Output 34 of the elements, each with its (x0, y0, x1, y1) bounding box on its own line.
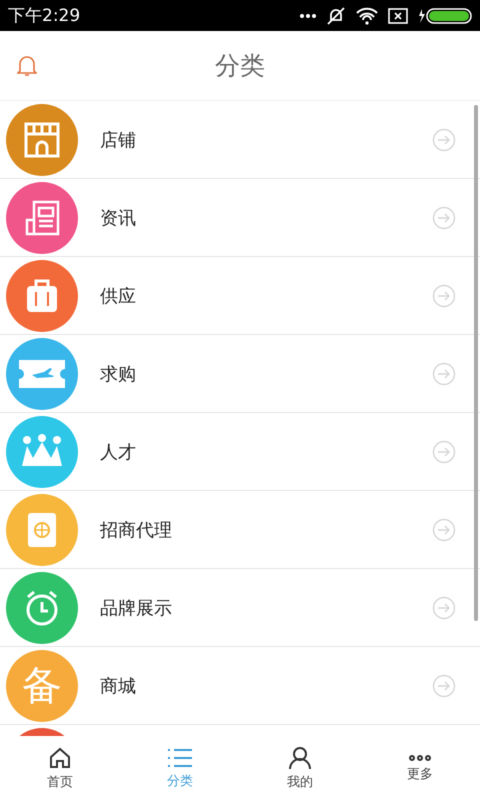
category-icon: 备 (6, 650, 78, 722)
category-row[interactable]: 品牌展示 (0, 569, 480, 647)
category-row[interactable]: 资讯 (0, 179, 480, 257)
nav-tab[interactable]: 更多 (360, 736, 480, 800)
home-icon (48, 746, 72, 770)
arrow-circle-icon (432, 518, 456, 542)
plane-ticket-icon (17, 358, 67, 390)
category-row[interactable]: 店铺 (0, 101, 480, 179)
arrow-circle-icon (432, 128, 456, 152)
wifi-icon (356, 6, 378, 24)
nav-tab[interactable]: 我的 (240, 736, 360, 800)
arrow-circle-icon (432, 284, 456, 308)
page-title: 分类 (215, 50, 265, 82)
battery-icon (418, 8, 472, 24)
dots-icon (300, 14, 316, 18)
no-sim-icon (388, 8, 408, 24)
category-row[interactable]: 供应 (0, 257, 480, 335)
category-row[interactable]: 招商代理 (0, 491, 480, 569)
arrow-circle-icon (432, 362, 456, 386)
nav-tab[interactable]: 首页 (0, 736, 120, 800)
category-row[interactable]: 求购 (0, 335, 480, 413)
bell-icon[interactable] (17, 55, 37, 77)
more-icon (408, 754, 432, 762)
arrow-circle-icon (432, 206, 456, 230)
arrow-circle-icon (432, 674, 456, 698)
user-icon (288, 746, 312, 770)
status-time: 下午2:29 (8, 5, 82, 27)
list-icon (167, 746, 193, 768)
arrow-circle-icon (432, 440, 456, 464)
arrow-circle-icon (432, 596, 456, 620)
muted-bell-icon (326, 6, 346, 26)
storefront-icon (22, 120, 62, 160)
category-row[interactable]: 人才 (0, 413, 480, 491)
category-row[interactable]: 备 商城 (0, 647, 480, 725)
